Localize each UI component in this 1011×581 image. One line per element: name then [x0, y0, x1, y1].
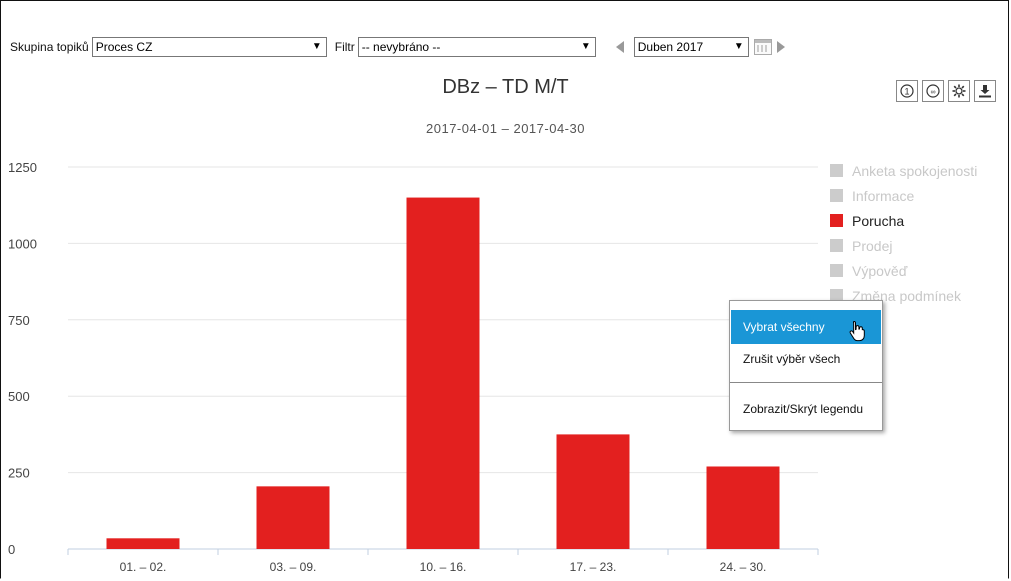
hand-pointer-icon [849, 320, 865, 342]
download-icon[interactable] [974, 80, 996, 102]
caret-down-icon: ▼ [311, 41, 322, 52]
arrow-left-icon[interactable] [615, 41, 624, 53]
legend-label: Výpověď [852, 262, 908, 279]
filter-select[interactable]: -- nevybráno -- ▼ [357, 37, 596, 57]
chart-tools: 1 ∞ [896, 80, 996, 102]
y-tick-label: 0 [8, 542, 15, 557]
filter-toolbar: Skupina topiků Proces CZ ▼ Filtr -- nevy… [10, 36, 795, 58]
legend-item[interactable]: Výpověď [830, 258, 977, 283]
topic-group-label: Skupina topiků [10, 40, 89, 54]
legend-swatch [830, 239, 843, 252]
legend-item[interactable]: Porucha [830, 208, 977, 233]
legend-swatch [830, 214, 843, 227]
chart-title: DBz – TD M/T [442, 76, 569, 98]
x-tick-label: 03. – 09. [270, 560, 317, 574]
svg-text:1: 1 [904, 87, 909, 97]
y-tick-label: 750 [8, 313, 30, 328]
y-tick-label: 500 [8, 389, 30, 404]
legend-item[interactable]: Informace [830, 183, 977, 208]
bar [556, 434, 630, 549]
topic-group-value: Proces CZ [95, 40, 153, 54]
bar [256, 486, 330, 549]
caret-down-icon: ▼ [733, 41, 744, 52]
filter-value: -- nevybráno -- [361, 40, 441, 54]
menu-item-toggle-legend[interactable]: Zobrazit/Skrýt legendu [731, 392, 881, 426]
arrow-right-icon[interactable] [776, 41, 785, 53]
y-tick-label: 1000 [8, 236, 37, 251]
settings-gear-icon[interactable] [948, 80, 970, 102]
reset-2-icon[interactable]: ∞ [922, 80, 944, 102]
legend-item[interactable]: Prodej [830, 233, 977, 258]
month-select[interactable]: Duben 2017 ▼ [633, 37, 749, 57]
chart-subtitle: 2017-04-01 – 2017-04-30 [426, 121, 585, 136]
menu-item-deselect-all[interactable]: Zrušit výběr všech [731, 342, 881, 376]
y-tick-label: 1250 [8, 160, 37, 175]
reset-1-icon[interactable]: 1 [896, 80, 918, 102]
caret-down-icon: ▼ [580, 41, 591, 52]
legend-label: Porucha [852, 212, 905, 229]
chart-legend: Anketa spokojenosti Informace Porucha Prode… [830, 158, 977, 308]
month-value: Duben 2017 [637, 40, 704, 54]
topic-group-select[interactable]: Proces CZ ▼ [91, 37, 327, 57]
legend-swatch [830, 164, 843, 177]
legend-swatch [830, 189, 843, 202]
bar [106, 538, 180, 549]
legend-swatch [830, 264, 843, 277]
calendar-icon[interactable] [753, 39, 772, 55]
menu-separator [730, 382, 882, 383]
x-tick-label: 01. – 02. [120, 560, 167, 574]
x-tick-label: 24. – 30. [720, 560, 767, 574]
y-tick-label: 250 [8, 466, 30, 481]
bar [706, 466, 780, 549]
legend-label: Prodej [852, 237, 893, 254]
x-tick-label: 10. – 16. [420, 560, 467, 574]
bar [406, 197, 480, 549]
legend-item[interactable]: Anketa spokojenosti [830, 158, 977, 183]
filter-label: Filtr [334, 40, 355, 54]
legend-label: Anketa spokojenosti [852, 162, 978, 179]
svg-text:∞: ∞ [931, 89, 936, 96]
legend-label: Informace [852, 187, 915, 204]
x-tick-label: 17. – 23. [570, 560, 617, 574]
